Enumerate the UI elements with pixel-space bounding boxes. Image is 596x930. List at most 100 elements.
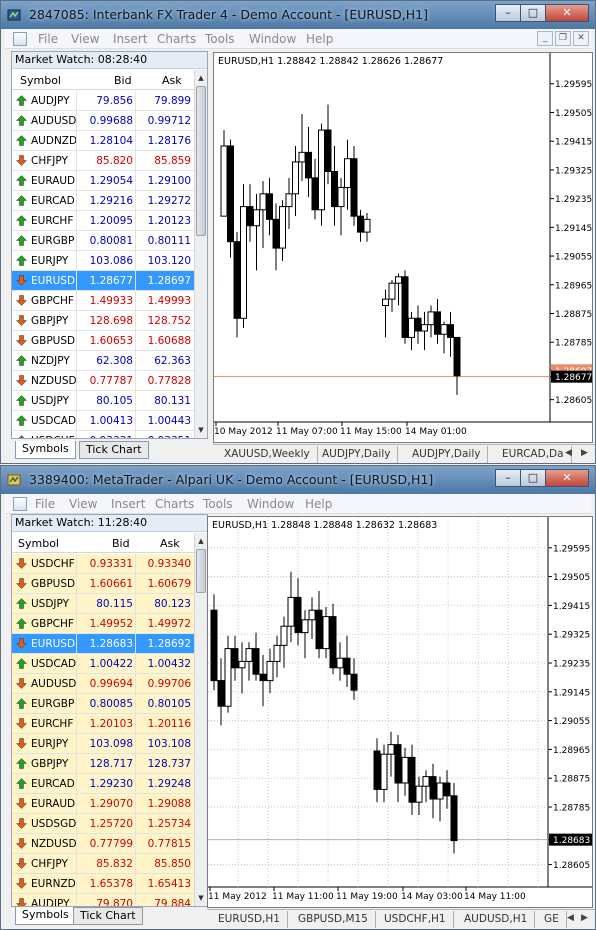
chart-tab[interactable]: EURCAD,Da (495, 446, 572, 463)
symbol-row-gbpusd[interactable]: GBPUSD 1.60653 1.60688 (12, 331, 195, 351)
col-bid[interactable]: Bid (112, 537, 130, 550)
symbol-row-eurjpy[interactable]: EURJPY 103.086 103.120 (12, 251, 195, 271)
menu-tools[interactable]: Tools (203, 497, 233, 511)
symbol-row-gbpchf[interactable]: GBPCHF 1.49952 1.49972 (12, 614, 195, 634)
chart-tab[interactable]: XAUUSD,Weekly (217, 446, 318, 463)
symbol-row-euraud[interactable]: EURAUD 1.29054 1.29100 (12, 171, 195, 191)
chart-tab[interactable]: USDCHF,H1 (377, 911, 454, 928)
chart-document-icon[interactable] (13, 32, 27, 46)
symbol-row-euraud[interactable]: EURAUD 1.29070 1.29088 (12, 794, 195, 814)
symbol-row-gbpjpy[interactable]: GBPJPY 128.717 128.737 (12, 754, 195, 774)
tab-tick-chart[interactable]: Tick Chart (79, 441, 149, 459)
title-bar[interactable]: 2847085: Interbank FX Trader 4 - Demo Ac… (1, 1, 595, 29)
menu-view[interactable]: View (71, 32, 99, 46)
chart-canvas[interactable]: 1.29595 1.29505 1.29415 1.29325 1.29235 1.291… (208, 517, 593, 908)
tab-symbols[interactable]: Symbols (15, 907, 76, 925)
scroll-thumb[interactable] (196, 86, 206, 236)
arrow-up-icon (16, 215, 27, 226)
col-symbol[interactable]: Symbol (20, 74, 61, 87)
symbol-row-audusd[interactable]: AUDUSD 0.99688 0.99712 (12, 111, 195, 131)
price-chart[interactable]: 1.29595 1.29505 1.29415 1.29325 1.29235 1.291… (213, 52, 593, 443)
chart-tab[interactable]: EURUSD,H1 (211, 911, 288, 928)
mdi-restore-button[interactable]: ❐ (555, 31, 571, 46)
symbol-row-usdjpy[interactable]: USDJPY 80.115 80.123 (12, 594, 195, 614)
symbol-row-eurjpy[interactable]: EURJPY 103.098 103.108 (12, 734, 195, 754)
scroll-down-icon[interactable]: ▼ (196, 424, 206, 436)
col-bid[interactable]: Bid (114, 74, 132, 87)
menu-charts[interactable]: Charts (155, 497, 194, 511)
chart-document-icon[interactable] (13, 497, 27, 511)
menu-charts[interactable]: Charts (157, 32, 196, 46)
symbol-row-audjpy[interactable]: AUDJPY 79.856 79.899 (12, 91, 195, 111)
symbol-row-audjpy[interactable]: AUDJPY 79.870 79.884 (12, 894, 195, 906)
mdi-minimize-button[interactable]: _ (537, 31, 553, 46)
symbol-row-gbpchf[interactable]: GBPCHF 1.49933 1.49993 (12, 291, 195, 311)
symbol-row-eurgbp[interactable]: EURGBP 0.80081 0.80111 (12, 231, 195, 251)
chart-tab[interactable]: GE (537, 911, 567, 928)
menu-tools[interactable]: Tools (205, 32, 235, 46)
symbol-row-gbpusd[interactable]: GBPUSD 1.60661 1.60679 (12, 574, 195, 594)
symbol-row-usdjpy[interactable]: USDJPY 80.105 80.131 (12, 391, 195, 411)
minimize-button[interactable]: – (495, 4, 521, 22)
price-chart[interactable]: 1.29595 1.29505 1.29415 1.29325 1.29235 1.291… (207, 516, 593, 908)
symbol-row-audnzd[interactable]: AUDNZD 1.28104 1.28176 (12, 131, 195, 151)
mdi-close-button[interactable]: ✕ (573, 31, 589, 46)
symbol-row-eurcad[interactable]: EURCAD 1.29230 1.29248 (12, 774, 195, 794)
tab-scroll-left-icon[interactable]: ◀ (565, 448, 572, 458)
chart-tab[interactable]: AUDUSD,H1 (457, 911, 536, 928)
maximize-button[interactable]: □ (520, 469, 546, 487)
col-symbol[interactable]: Symbol (18, 537, 59, 550)
symbol-row-audusd[interactable]: AUDUSD 0.99694 0.99706 (12, 674, 195, 694)
symbol-name: NZDUSD (31, 838, 77, 850)
tab-tick-chart[interactable]: Tick Chart (73, 907, 143, 925)
market-watch-scrollbar[interactable]: ▲ ▼ (194, 533, 207, 906)
symbol-row-usdchf[interactable]: USDCHF 0.93331 0.93340 (12, 554, 195, 574)
tab-scroll-right-icon[interactable]: ▶ (581, 448, 588, 458)
symbol-row-nzdusd[interactable]: NZDUSD 0.77799 0.77815 (12, 834, 195, 854)
tab-symbols[interactable]: Symbols (15, 441, 76, 459)
menu-help[interactable]: Help (306, 32, 333, 46)
scroll-down-icon[interactable]: ▼ (196, 892, 206, 904)
close-button[interactable]: ✕ (545, 469, 589, 487)
menu-view[interactable]: View (69, 497, 97, 511)
symbol-row-eurnzd[interactable]: EURNZD 1.65378 1.65413 (12, 874, 195, 894)
symbol-row-usdcad[interactable]: USDCAD 1.00422 1.00432 (12, 654, 195, 674)
close-button[interactable]: ✕ (545, 4, 589, 22)
col-ask[interactable]: Ask (160, 537, 180, 550)
scroll-up-icon[interactable]: ▲ (196, 535, 206, 547)
menu-file[interactable]: File (38, 32, 58, 46)
maximize-button[interactable]: □ (520, 4, 546, 22)
chart-tab[interactable]: AUDJPY,Daily (405, 446, 489, 463)
title-bar[interactable]: 3389400: MetaTrader - Alpari UK - Demo A… (1, 466, 595, 494)
symbol-row-eurgbp[interactable]: EURGBP 0.80085 0.80105 (12, 694, 195, 714)
tab-scroll-left-icon[interactable]: ◀ (567, 913, 574, 923)
symbol-row-chfjpy[interactable]: CHFJPY 85.820 85.859 (12, 151, 195, 171)
symbol-row-eurusd[interactable]: EURUSD 1.28683 1.28692 (12, 634, 195, 654)
symbol-row-gbpjpy[interactable]: GBPJPY 128.698 128.752 (12, 311, 195, 331)
menu-window[interactable]: Window (249, 32, 296, 46)
menu-insert[interactable]: Insert (113, 32, 147, 46)
menu-insert[interactable]: Insert (111, 497, 145, 511)
scroll-up-icon[interactable]: ▲ (196, 72, 206, 84)
chart-canvas[interactable]: 1.29595 1.29505 1.29415 1.29325 1.29235 1.291… (214, 53, 593, 443)
col-ask[interactable]: Ask (162, 74, 182, 87)
symbol-row-usdsgd[interactable]: USDSGD 1.25720 1.25734 (12, 814, 195, 834)
symbol-row-chfjpy[interactable]: CHFJPY 85.832 85.850 (12, 854, 195, 874)
symbol-row-eurcad[interactable]: EURCAD 1.29216 1.29272 (12, 191, 195, 211)
symbol-row-nzdusd[interactable]: NZDUSD 0.77787 0.77828 (12, 371, 195, 391)
menu-help[interactable]: Help (305, 497, 332, 511)
minimize-button[interactable]: – (495, 469, 521, 487)
tab-scroll-right-icon[interactable]: ▶ (581, 913, 588, 923)
menu-window[interactable]: Window (247, 497, 294, 511)
scroll-thumb[interactable] (196, 549, 206, 593)
menu-file[interactable]: File (35, 497, 55, 511)
market-watch-scrollbar[interactable]: ▲ ▼ (194, 70, 207, 438)
chart-tab[interactable]: AUDJPY,Daily (315, 446, 399, 463)
symbol-row-eurchf[interactable]: EURCHF 1.20095 1.20123 (12, 211, 195, 231)
chart-tab[interactable]: GBPUSD,M15 (291, 911, 376, 928)
symbol-row-eurchf[interactable]: EURCHF 1.20103 1.20116 (12, 714, 195, 734)
symbol-row-nzdjpy[interactable]: NZDJPY 62.308 62.363 (12, 351, 195, 371)
symbol-row-eurusd[interactable]: EURUSD 1.28677 1.28697 (12, 271, 195, 291)
symbol-row-usdcad[interactable]: USDCAD 1.00413 1.00443 (12, 411, 195, 431)
symbol-row-usdchf[interactable]: USDCHF0.933310.93351 (12, 431, 195, 438)
